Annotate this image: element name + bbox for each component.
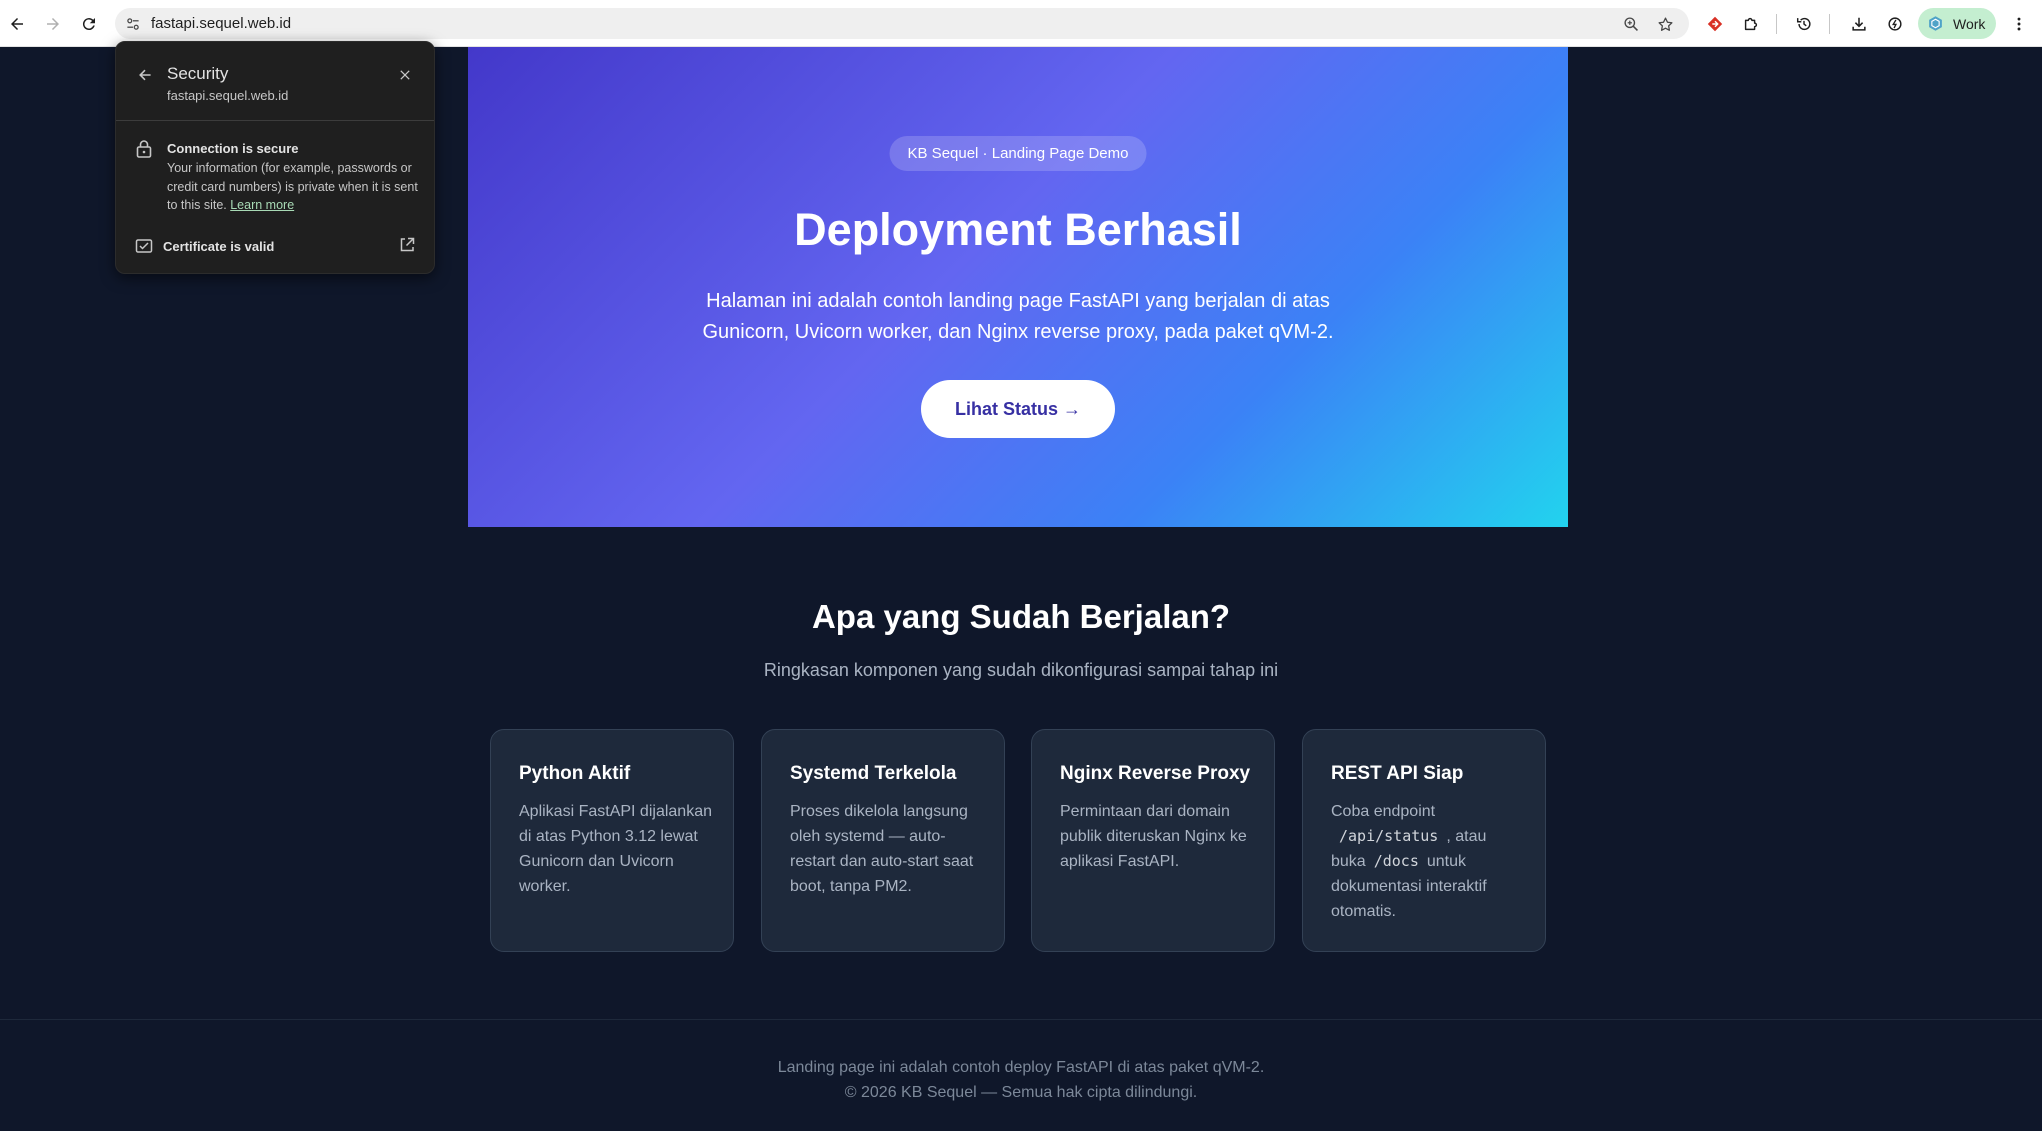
feature-card-nginx: Nginx Reverse Proxy Permintaan dari doma…	[1031, 729, 1275, 952]
feature-card-python: Python Aktif Aplikasi FastAPI dijalankan…	[490, 729, 734, 952]
card-text: Coba endpoint	[1331, 803, 1436, 820]
popup-host: fastapi.sequel.web.id	[167, 88, 289, 103]
card-description: Coba endpoint/api/status , atau buka/docs…	[1331, 799, 1531, 924]
card-description: Proses dikelola langsung oleh systemd — …	[790, 803, 974, 895]
footer-divider	[0, 1019, 2042, 1020]
downloads-icon[interactable]	[1846, 11, 1872, 37]
footer-copyright: © 2026 KB Sequel — Semua hak cipta dilin…	[844, 1084, 1198, 1101]
footer-note: Landing page ini adalah contoh deploy Fa…	[777, 1059, 1265, 1076]
zoom-icon[interactable]	[1621, 14, 1641, 34]
docs-code: /docs	[1373, 852, 1419, 870]
connection-status: Connection is secure	[167, 141, 299, 156]
history-icon[interactable]	[1791, 11, 1817, 37]
card-text: , atau	[1446, 828, 1487, 845]
reload-icon[interactable]	[76, 11, 102, 37]
back-icon[interactable]	[4, 11, 30, 37]
profile-button[interactable]: Work	[1918, 8, 1996, 39]
back-arrow-icon[interactable]	[135, 65, 155, 85]
external-link-icon[interactable]	[398, 236, 416, 254]
lock-icon	[136, 140, 152, 158]
certificate-icon	[135, 239, 153, 253]
feature-card-rest-api: REST API Siap Coba endpoint/api/status , …	[1302, 729, 1546, 952]
popup-divider	[116, 120, 434, 121]
card-title: Systemd Terkelola	[790, 763, 957, 784]
features-title: Apa yang Sudah Berjalan?	[811, 598, 1231, 635]
api-status-code: /api/status	[1339, 827, 1439, 845]
hero-badge: KB Sequel · Landing Page Demo	[889, 136, 1147, 171]
toolbar-separator	[1776, 14, 1777, 34]
bookmark-star-icon[interactable]	[1655, 14, 1675, 34]
connection-info: Your information (for example, passwords…	[167, 159, 425, 215]
profile-avatar-icon	[1929, 16, 1942, 31]
extensions-puzzle-icon[interactable]	[1738, 11, 1764, 37]
feature-card-systemd: Systemd Terkelola Proses dikelola langsu…	[761, 729, 1005, 952]
url-text[interactable]: fastapi.sequel.web.id	[151, 15, 291, 32]
card-text-buka: buka	[1331, 853, 1366, 870]
card-description: Aplikasi FastAPI dijalankan di atas Pyth…	[519, 803, 712, 895]
card-title: REST API Siap	[1331, 763, 1464, 784]
hero-title: Deployment Berhasil	[794, 204, 1242, 255]
learn-more-link[interactable]: Learn more	[230, 198, 294, 212]
close-icon[interactable]	[395, 65, 415, 85]
browser-toolbar: fastapi.sequel.web.id Work	[0, 0, 2042, 47]
security-popup: Security fastapi.sequel.web.id Connectio…	[115, 41, 435, 274]
toolbar-separator	[1829, 14, 1830, 34]
hero-section: KB Sequel · Landing Page Demo Deployment…	[468, 47, 1568, 527]
card-title: Nginx Reverse Proxy	[1060, 763, 1251, 784]
performance-icon[interactable]	[1882, 11, 1908, 37]
address-bar[interactable]: fastapi.sequel.web.id	[115, 8, 1689, 39]
more-menu-icon[interactable]	[2006, 11, 2032, 37]
hero-description: Halaman ini adalah contoh landing page F…	[702, 290, 1334, 343]
forward-icon[interactable]	[40, 11, 66, 37]
extension-red-icon[interactable]	[1702, 11, 1728, 37]
features-subtitle: Ringkasan komponen yang sudah dikonfigur…	[763, 660, 1279, 680]
profile-label: Work	[1953, 16, 1986, 32]
card-title: Python Aktif	[519, 763, 631, 784]
certificate-status[interactable]: Certificate is valid	[163, 239, 274, 254]
site-info-icon[interactable]	[123, 14, 143, 34]
view-status-button[interactable]: Lihat Status →	[921, 380, 1115, 438]
popup-title: Security	[167, 64, 229, 83]
card-description: Permintaan dari domain publik diteruskan…	[1060, 803, 1247, 870]
